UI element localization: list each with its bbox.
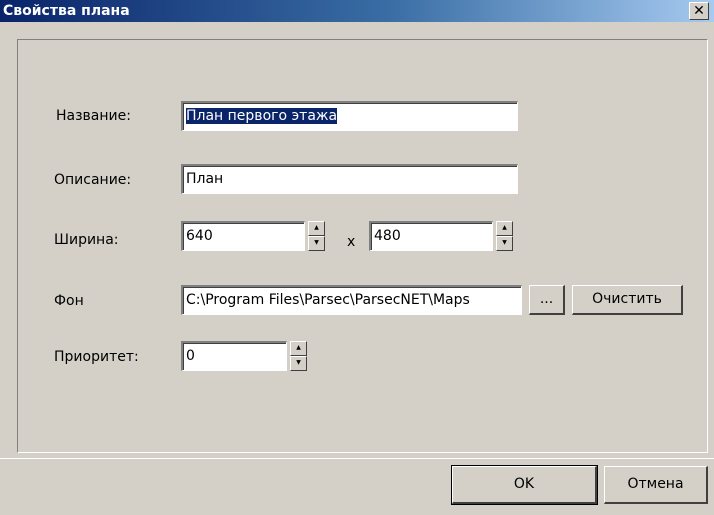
- dimension-separator: x: [347, 234, 356, 250]
- priority-stepper[interactable]: ▲ ▼: [290, 341, 307, 371]
- width-label: Ширина:: [54, 232, 119, 248]
- ok-button[interactable]: OK: [451, 465, 598, 505]
- name-field[interactable]: План первого этажа: [181, 101, 518, 131]
- footer-divider: [0, 458, 714, 459]
- window-title: Свойства плана: [3, 3, 130, 19]
- background-path-field[interactable]: C:\Program Files\Parsec\ParsecNET\Maps: [181, 285, 522, 315]
- browse-button[interactable]: ...: [529, 285, 565, 315]
- cancel-button[interactable]: Отмена: [604, 466, 708, 504]
- priority-field[interactable]: 0: [181, 341, 287, 371]
- background-label: Фон: [54, 293, 84, 309]
- spin-up-icon[interactable]: ▲: [308, 221, 325, 236]
- name-label: Название:: [56, 108, 131, 124]
- description-field[interactable]: План: [181, 164, 518, 194]
- spin-down-icon[interactable]: ▼: [308, 236, 325, 251]
- height-field[interactable]: 480: [369, 221, 493, 251]
- width-field[interactable]: 640: [181, 221, 305, 251]
- name-field-text: План первого этажа: [186, 108, 338, 124]
- spin-up-icon[interactable]: ▲: [290, 341, 307, 356]
- spin-down-icon[interactable]: ▼: [290, 356, 307, 371]
- close-icon: ✕: [693, 3, 705, 19]
- close-button[interactable]: ✕: [689, 2, 709, 20]
- width-stepper[interactable]: ▲ ▼: [308, 221, 325, 251]
- description-label: Описание:: [54, 172, 132, 188]
- clear-button[interactable]: Очистить: [572, 285, 683, 315]
- spin-down-icon[interactable]: ▼: [496, 236, 513, 251]
- height-stepper[interactable]: ▲ ▼: [496, 221, 513, 251]
- spin-up-icon[interactable]: ▲: [496, 221, 513, 236]
- title-bar[interactable]: Свойства плана ✕: [0, 0, 714, 22]
- priority-label: Приоритет:: [54, 349, 139, 365]
